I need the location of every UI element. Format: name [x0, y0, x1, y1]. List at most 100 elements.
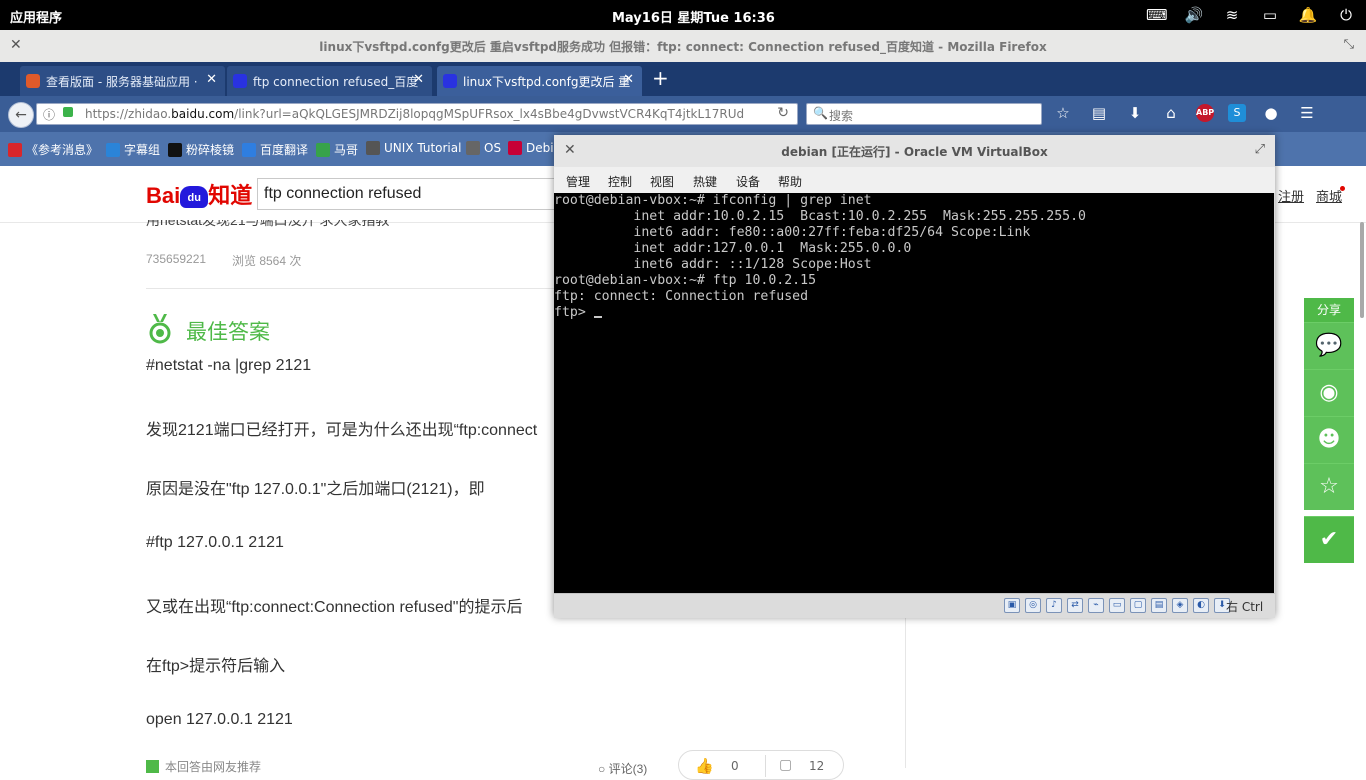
- tab-label: ftp connection refused_百度: [253, 75, 419, 89]
- answer-paragraph: open 127.0.0.1 2121: [146, 711, 293, 728]
- new-tab-icon[interactable]: +: [652, 66, 669, 90]
- audio-icon[interactable]: ♪: [1046, 598, 1062, 613]
- tab-forum[interactable]: 查看版面 - 服务器基础应用 · ✕: [20, 66, 225, 96]
- download-icon[interactable]: ⬇: [1124, 102, 1146, 124]
- bookmark-item[interactable]: 马哥: [316, 141, 358, 158]
- terminal-line: root@debian-vbox:~# ftp 10.0.2.15: [554, 273, 817, 288]
- keyboard-icon[interactable]: ⌨: [1146, 6, 1168, 24]
- shield-icon: [146, 760, 159, 773]
- terminal-line: inet addr:10.0.2.15 Bcast:10.0.2.255 Mas…: [554, 209, 1086, 224]
- divider: [146, 288, 556, 289]
- menu-item-view[interactable]: 视图: [650, 173, 674, 190]
- network-icon[interactable]: ⇄: [1067, 598, 1083, 613]
- wifi-icon[interactable]: ≋: [1222, 6, 1242, 24]
- terminal-line: ftp: connect: Connection refused: [554, 289, 809, 304]
- bookmark-item[interactable]: Debi: [508, 141, 554, 155]
- home-icon[interactable]: ⌂: [1160, 102, 1182, 124]
- bookmark-favicon: [366, 141, 380, 155]
- tab-strip: 查看版面 - 服务器基础应用 · ✕ ftp connection refuse…: [0, 62, 1366, 96]
- lock-icon: [63, 107, 73, 117]
- menu-item-manage[interactable]: 管理: [566, 173, 590, 190]
- bookmark-favicon: [168, 143, 182, 157]
- bookmark-item[interactable]: 字幕组: [106, 141, 160, 158]
- reload-icon[interactable]: ↻: [777, 105, 789, 121]
- ubuntu-forum-icon: [26, 74, 40, 88]
- vote-box: 👍 0 ▢ 12: [678, 750, 844, 780]
- skype-icon[interactable]: S: [1228, 104, 1246, 122]
- tab-baidu-zhidao[interactable]: linux下vsftpd.confg更改后 重 ✕: [437, 66, 642, 96]
- search-placeholder: 搜索: [829, 109, 854, 123]
- page-scrollbar[interactable]: [1360, 222, 1364, 318]
- extension-icon[interactable]: ●: [1260, 102, 1282, 124]
- maximize-window-icon[interactable]: ⤢: [1255, 142, 1265, 157]
- asker-id[interactable]: 735659221: [146, 252, 206, 266]
- close-tab-icon[interactable]: ✕: [206, 72, 217, 87]
- bookmark-item[interactable]: UNIX Tutorial: [366, 141, 461, 155]
- video-capture-icon[interactable]: ▤: [1151, 598, 1167, 613]
- share-header: 分享: [1304, 298, 1354, 322]
- baidu-zhidao-logo[interactable]: Bai du 知道: [146, 178, 252, 210]
- display-icon[interactable]: ▢: [1130, 598, 1146, 613]
- menu-icon[interactable]: ☰: [1296, 102, 1318, 124]
- bookmark-item[interactable]: 百度翻译: [242, 141, 308, 158]
- notification-icon[interactable]: 🔔: [1298, 6, 1318, 24]
- terminal-cursor: [593, 316, 602, 318]
- wechat-icon[interactable]: 💬: [1304, 322, 1354, 369]
- applications-menu[interactable]: 应用程序: [10, 7, 62, 26]
- menu-item-help[interactable]: 帮助: [778, 173, 802, 190]
- clock[interactable]: May16日 星期Tue 16:36: [612, 7, 775, 26]
- zhidao-search-input[interactable]: ftp connection refused: [257, 178, 557, 210]
- hard-disk-icon[interactable]: ▣: [1004, 598, 1020, 613]
- mouse-integration-icon[interactable]: ◐: [1193, 598, 1209, 613]
- info-icon[interactable]: ⓘ: [43, 106, 55, 123]
- restore-window-icon[interactable]: ⤡: [1344, 37, 1354, 52]
- answer-paragraph: 又或在出现“ftp:connect:Connection refused"的提示…: [146, 599, 523, 616]
- virtualbox-window: ✕ debian [正在运行] - Oracle VM VirtualBox ⤢…: [554, 135, 1275, 618]
- terminal-line: root@debian-vbox:~# ifconfig | grep inet: [554, 193, 872, 208]
- menu-item-hotkey[interactable]: 热键: [693, 173, 717, 190]
- bookmark-favicon: [106, 143, 120, 157]
- optical-drive-icon[interactable]: ◎: [1025, 598, 1041, 613]
- close-tab-icon[interactable]: ✕: [623, 72, 634, 87]
- feedback-icon[interactable]: ✔: [1304, 516, 1354, 563]
- view-count: 浏览 8564 次: [232, 254, 302, 268]
- menu-item-devices[interactable]: 设备: [736, 173, 760, 190]
- tab-baidu-search[interactable]: ftp connection refused_百度 ✕: [227, 66, 432, 96]
- usb-icon[interactable]: ⌁: [1088, 598, 1104, 613]
- toolbar-icons: ☆ ▤ ⬇ ⌂ ABP S ● ☰: [1052, 102, 1318, 124]
- weibo-icon[interactable]: ◉: [1304, 369, 1354, 416]
- vbox-title-bar: ✕ debian [正在运行] - Oracle VM VirtualBox ⤢: [554, 135, 1275, 168]
- qq-icon[interactable]: ☻: [1304, 416, 1354, 463]
- register-link[interactable]: 注册: [1278, 186, 1304, 205]
- tab-label: linux下vsftpd.confg更改后 重: [463, 75, 631, 89]
- thumbs-up-icon[interactable]: 👍: [695, 757, 714, 775]
- vbox-status-bar: ▣ ◎ ♪ ⇄ ⌁ ▭ ▢ ▤ ◈ ◐ ⬇ 右 Ctrl: [554, 593, 1275, 618]
- answer-paragraph: #netstat -na |grep 2121: [146, 357, 312, 374]
- comments-link[interactable]: ○ 评论(3): [598, 760, 647, 777]
- cpu-icon[interactable]: ◈: [1172, 598, 1188, 613]
- bookmark-star-icon[interactable]: ☆: [1052, 102, 1074, 124]
- volume-icon[interactable]: 🔊: [1184, 6, 1204, 24]
- reading-list-icon[interactable]: ▤: [1088, 102, 1110, 124]
- power-icon[interactable]: ⏻: [1336, 6, 1356, 24]
- menu-item-control[interactable]: 控制: [608, 173, 632, 190]
- mall-link[interactable]: 商城: [1316, 186, 1342, 205]
- bookmark-item[interactable]: OS: [466, 141, 501, 155]
- answer-paragraph: #ftp 127.0.0.1 2121: [146, 534, 284, 551]
- bookmark-favicon: [316, 143, 330, 157]
- back-button[interactable]: ←: [8, 102, 34, 128]
- bookmark-item[interactable]: 《参考消息》: [8, 141, 98, 158]
- close-tab-icon[interactable]: ✕: [413, 72, 424, 87]
- thumbs-down-icon[interactable]: ▢: [779, 757, 792, 773]
- shared-folder-icon[interactable]: ▭: [1109, 598, 1125, 613]
- search-input[interactable]: 🔍 搜索: [806, 103, 1042, 125]
- battery-icon[interactable]: ▭: [1260, 6, 1280, 24]
- bookmark-item[interactable]: 粉碎棱镜: [168, 141, 234, 158]
- favorite-icon[interactable]: ☆: [1304, 463, 1354, 510]
- url-text[interactable]: https://zhidao.baidu.com/link?url=aQkQLG…: [85, 107, 745, 121]
- vm-console[interactable]: root@debian-vbox:~# ifconfig | grep inet…: [554, 193, 1274, 593]
- url-bar[interactable]: ⓘ https://zhidao.baidu.com/link?url=aQkQ…: [36, 103, 798, 125]
- like-count: 0: [731, 759, 739, 773]
- adblock-icon[interactable]: ABP: [1196, 104, 1214, 122]
- window-title: linux下vsftpd.confg更改后 重启vsftpd服务成功 但报错：f…: [319, 40, 1047, 54]
